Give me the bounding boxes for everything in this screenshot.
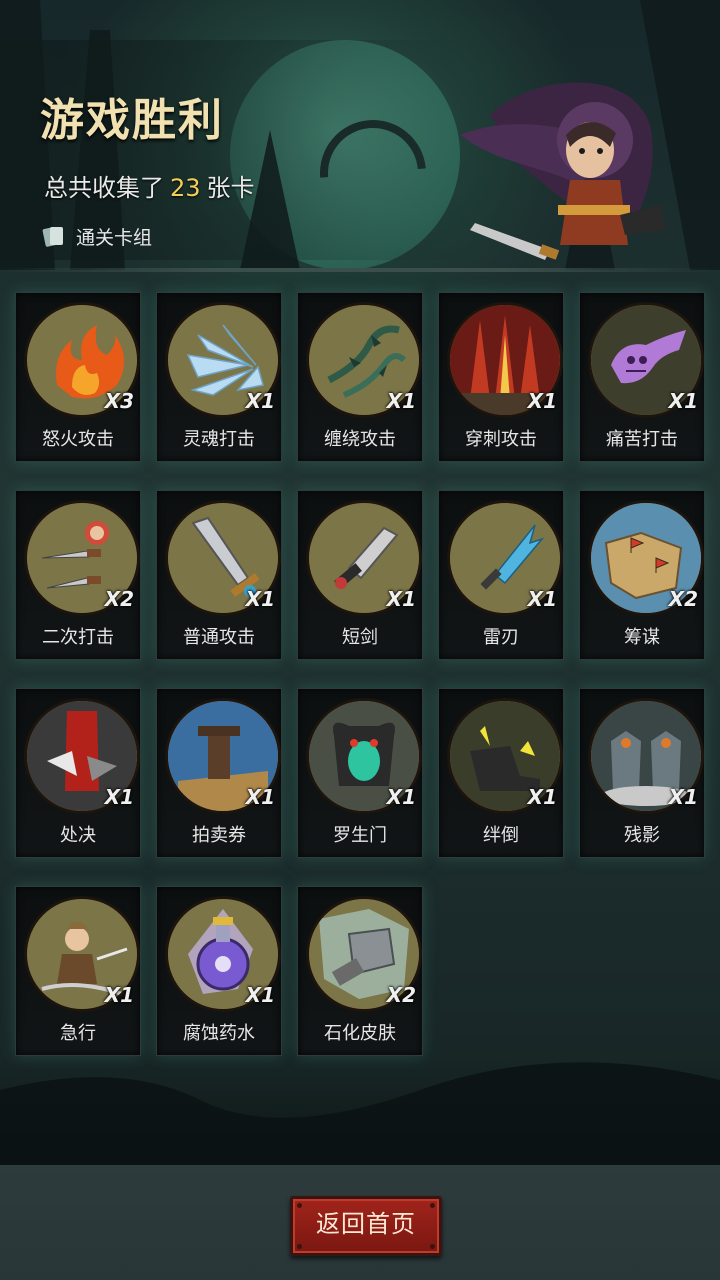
card-name: 绊倒: [483, 825, 519, 846]
card-tile[interactable]: X1 腐蚀药水: [156, 886, 282, 1056]
button-bolt: [297, 1203, 302, 1208]
header-divider: [0, 268, 720, 272]
card-name: 石化皮肤: [324, 1023, 396, 1044]
card-tile[interactable]: X2 石化皮肤: [297, 886, 423, 1056]
card-count: X2: [386, 983, 416, 1007]
card-tile[interactable]: X1 雷刃: [438, 490, 564, 660]
card-tile[interactable]: X1 灵魂打击: [156, 292, 282, 462]
card-name: 二次打击: [42, 627, 114, 648]
card-count: X2: [104, 587, 134, 611]
card-name: 拍卖券: [192, 825, 246, 846]
return-home-label: 返回首页: [316, 1210, 416, 1238]
card-count: X1: [668, 785, 698, 809]
card-name: 穿刺攻击: [465, 429, 537, 450]
card-tile[interactable]: X1 缠绕攻击: [297, 292, 423, 462]
card-tile[interactable]: X1 普通攻击: [156, 490, 282, 660]
button-bolt: [297, 1244, 302, 1249]
card-count: X1: [245, 983, 275, 1007]
card-count: X1: [104, 983, 134, 1007]
card-name: 筹谋: [624, 627, 660, 648]
ground-shadow: [0, 1060, 720, 1170]
card-name: 急行: [60, 1023, 96, 1044]
card-count: X2: [668, 587, 698, 611]
card-tile[interactable]: X2 筹谋: [579, 490, 705, 660]
card-name: 雷刃: [483, 627, 519, 648]
card-count: X3: [104, 389, 134, 413]
card-count: X1: [527, 587, 557, 611]
card-tile[interactable]: X1 短剑: [297, 490, 423, 660]
card-tile[interactable]: X1 穿刺攻击: [438, 292, 564, 462]
card-count: X1: [245, 785, 275, 809]
card-count: X1: [245, 389, 275, 413]
card-tile[interactable]: X1 罗生门: [297, 688, 423, 858]
card-name: 怒火攻击: [42, 429, 114, 450]
collected-prefix: 总共收集了: [44, 174, 164, 202]
card-count: X1: [386, 389, 416, 413]
card-count: X1: [386, 587, 416, 611]
card-tile[interactable]: X1 急行: [15, 886, 141, 1056]
card-tile[interactable]: X1 绊倒: [438, 688, 564, 858]
return-home-button[interactable]: 返回首页: [290, 1196, 442, 1256]
card-name: 缠绕攻击: [324, 429, 396, 450]
cards-icon: [42, 227, 63, 247]
card-tile[interactable]: X2 二次打击: [15, 490, 141, 660]
card-tile[interactable]: X1 残影: [579, 688, 705, 858]
card-tile[interactable]: X1 处决: [15, 688, 141, 858]
card-count: X1: [527, 389, 557, 413]
card-name: 灵魂打击: [183, 429, 255, 450]
card-count: X1: [104, 785, 134, 809]
card-count: X1: [245, 587, 275, 611]
card-tile[interactable]: X1 痛苦打击: [579, 292, 705, 462]
hooded-rogue-character: [460, 82, 665, 260]
card-name: 罗生门: [333, 825, 387, 846]
card-name: 腐蚀药水: [183, 1023, 255, 1044]
clear-deck-label: 通关卡组: [76, 226, 153, 249]
card-name: 短剑: [342, 627, 378, 648]
victory-title: 游戏胜利: [40, 95, 224, 146]
card-name: 痛苦打击: [606, 429, 678, 450]
button-bolt: [430, 1203, 435, 1208]
card-name: 残影: [624, 825, 660, 846]
card-count: X1: [668, 389, 698, 413]
card-tile[interactable]: X3 怒火攻击: [15, 292, 141, 462]
card-count: X1: [527, 785, 557, 809]
card-name: 普通攻击: [183, 627, 255, 648]
card-name: 处决: [60, 825, 96, 846]
clear-deck-tab[interactable]: 通关卡组: [40, 222, 152, 250]
collected-summary: 总共收集了 23 张卡: [44, 168, 255, 203]
card-count: X1: [386, 785, 416, 809]
collected-count: 23: [170, 174, 201, 202]
collected-suffix: 张卡: [206, 174, 255, 202]
victory-header: 游戏胜利 总共收集了 23 张卡 通关卡组: [0, 0, 720, 275]
card-tile[interactable]: X1 拍卖券: [156, 688, 282, 858]
button-bolt: [430, 1244, 435, 1249]
